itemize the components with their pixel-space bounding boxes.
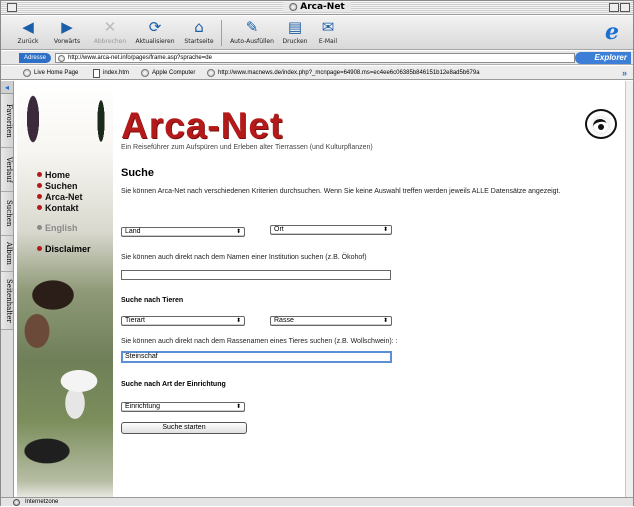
address-label: Adresse — [19, 53, 52, 63]
stop-icon: ✕ — [103, 18, 117, 36]
globe-icon — [289, 3, 298, 11]
nav-kontakt[interactable]: Kontakt — [37, 202, 91, 213]
mail-icon: ✉ — [321, 18, 335, 36]
tierart-select[interactable]: Tierart ⬍ — [121, 316, 245, 326]
favorite-apple-computer[interactable]: Apple Computer — [141, 66, 195, 80]
chevron-updown-icon: ⬍ — [382, 318, 388, 324]
explorer-sidebar-tabs: ◂ Favoriten Verlauf Suchen Album Seitenh… — [1, 81, 14, 497]
chevron-right-icon[interactable]: » — [622, 66, 627, 80]
globe-icon — [141, 69, 149, 77]
nav-home[interactable]: Home — [37, 169, 91, 180]
animals-heading: Suche nach Tieren — [121, 297, 184, 304]
favorite-macnews[interactable]: http://www.macnews.de/index.php?_mcnpage… — [207, 66, 480, 80]
favorites-bar: Live Home Page index.htm Apple Computer … — [1, 66, 633, 80]
window-title: Arca-Net — [283, 2, 351, 12]
toolbar-separator — [221, 20, 222, 46]
mail-button[interactable]: ✉ E-Mail — [313, 18, 343, 45]
ie-logo-icon: e — [605, 19, 619, 45]
chevron-updown-icon: ⬍ — [382, 227, 388, 233]
sidebar-tab-seitenhalter[interactable]: Seitenhalter — [1, 272, 13, 330]
rasse-select[interactable]: Rasse ⬍ — [270, 316, 392, 326]
refresh-icon: ⟳ — [148, 18, 162, 36]
globe-icon — [207, 69, 215, 77]
site-logo: Arca-Net — [121, 105, 284, 146]
home-button[interactable]: ⌂ Startseite — [181, 18, 217, 45]
address-bar: Adresse http://www.arca-net.info/pages/f… — [1, 51, 633, 65]
back-button[interactable]: ◀ Zurück — [13, 18, 43, 45]
zoom-box[interactable] — [609, 3, 619, 12]
breed-input[interactable]: Steinschaf — [121, 351, 392, 363]
page-content: Arca-Net Ein Reiseführer zum Aufspüren u… — [15, 81, 625, 497]
arca-emblem-icon — [585, 109, 617, 139]
stop-button[interactable]: ✕ Abbrechen — [91, 18, 129, 45]
land-select[interactable]: Land ⬍ — [121, 227, 245, 237]
breed-hint: Sie können auch direkt nach dem Rassenam… — [121, 338, 398, 345]
search-intro: Sie können Arca-Net nach verschiedenen K… — [121, 188, 561, 195]
vertical-scrollbar[interactable] — [625, 81, 633, 497]
chevron-updown-icon: ⬍ — [235, 229, 241, 235]
status-bar: Internetzone — [1, 497, 633, 506]
title-bar[interactable]: Arca-Net — [1, 1, 633, 15]
institution-input[interactable] — [121, 270, 391, 280]
sidebar-tab-favoriten[interactable]: Favoriten — [1, 94, 13, 148]
collapse-box[interactable] — [620, 3, 630, 12]
bullet-icon — [37, 225, 42, 230]
globe-icon — [58, 55, 65, 62]
nav-disclaimer[interactable]: Disclaimer — [37, 243, 91, 254]
refresh-button[interactable]: ⟳ Aktualisieren — [131, 18, 179, 45]
globe-icon — [13, 499, 20, 506]
autofill-icon: ✎ — [245, 18, 259, 36]
sidebar-tab-verlauf[interactable]: Verlauf — [1, 148, 13, 192]
explorer-brand: Explorer — [575, 52, 631, 64]
browser-window: Arca-Net ◀ Zurück ▶ Vorwärts ✕ Abbrechen ⟳ A… — [0, 0, 634, 506]
search-submit-button[interactable]: Suche starten — [121, 422, 247, 434]
nav-arca-net[interactable]: Arca-Net — [37, 191, 91, 202]
nav-suchen[interactable]: Suchen — [37, 180, 91, 191]
facility-heading: Suche nach Art der Einrichtung — [121, 381, 226, 388]
einrichtung-select[interactable]: Einrichtung ⬍ — [121, 402, 245, 412]
sidebar-tab-album[interactable]: Album — [1, 236, 13, 272]
site-tagline: Ein Reiseführer zum Aufspüren und Erlebe… — [121, 144, 373, 151]
page-title: Suche — [121, 167, 155, 179]
autofill-button[interactable]: ✎ Auto-Ausfüllen — [227, 18, 277, 45]
bullet-icon — [37, 172, 42, 177]
sidebar-toggle-icon[interactable]: ◂ — [1, 81, 13, 94]
toolbar: ◀ Zurück ▶ Vorwärts ✕ Abbrechen ⟳ Aktualisie… — [1, 16, 633, 50]
bullet-icon — [37, 246, 42, 251]
globe-icon — [23, 69, 31, 77]
nav-english[interactable]: English — [37, 222, 91, 233]
forward-button[interactable]: ▶ Vorwärts — [47, 18, 87, 45]
animals-collage-image — [17, 81, 113, 497]
bullet-icon — [37, 205, 42, 210]
bullet-icon — [37, 183, 42, 188]
forward-arrow-icon: ▶ — [61, 18, 73, 36]
favorite-live-home-page[interactable]: Live Home Page — [23, 66, 78, 80]
back-arrow-icon: ◀ — [22, 18, 34, 36]
site-nav: Home Suchen Arca-Net Kontakt English Dis… — [37, 169, 91, 254]
address-field[interactable]: http://www.arca-net.info/pages/frame.asp… — [55, 53, 575, 63]
print-button[interactable]: ▤ Drucken — [279, 18, 311, 45]
chevron-updown-icon: ⬍ — [235, 404, 241, 410]
institution-hint: Sie können auch direkt nach dem Namen ei… — [121, 254, 367, 261]
print-icon: ▤ — [287, 18, 303, 36]
chevron-updown-icon: ⬍ — [235, 318, 241, 324]
document-icon — [93, 68, 100, 78]
favorite-index-htm[interactable]: index.htm — [93, 66, 129, 80]
ort-select[interactable]: Ort ⬍ — [270, 225, 392, 235]
close-box[interactable] — [7, 3, 17, 12]
sidebar-tab-suchen[interactable]: Suchen — [1, 192, 13, 236]
home-icon: ⌂ — [194, 18, 204, 36]
bullet-icon — [37, 194, 42, 199]
